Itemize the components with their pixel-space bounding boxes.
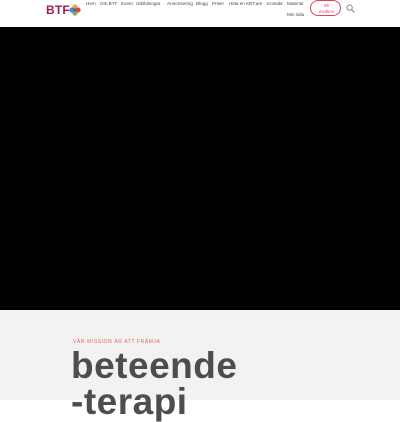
nav-item-material[interactable]: Material xyxy=(287,1,303,7)
search-icon[interactable] xyxy=(346,4,355,13)
nav-item-om-btf[interactable]: Om BTF xyxy=(100,1,117,7)
nav-item-hem[interactable]: Hem xyxy=(86,1,96,7)
become-member-label: Bli medlem xyxy=(316,3,337,14)
site-logo[interactable]: BTF xyxy=(46,3,81,18)
headline-line1: beteende xyxy=(71,345,238,386)
nav-item-event[interactable]: Event xyxy=(121,1,133,7)
nav-item-annonsering[interactable]: Annonsering xyxy=(167,1,193,7)
nav-item-priser[interactable]: Priser xyxy=(212,1,224,7)
cta-line2: medlem xyxy=(319,8,334,14)
nav-item-utbildningar[interactable]: Utbildningar xyxy=(136,1,161,7)
hero-headline: beteende -terapi xyxy=(71,345,238,422)
nav-item-blogg[interactable]: Blogg xyxy=(196,1,208,7)
logo-text: BTF xyxy=(46,3,70,17)
hero-video[interactable] xyxy=(0,27,400,310)
nav-item-min-sida[interactable]: Min sida xyxy=(287,12,304,18)
flower-icon xyxy=(69,4,81,16)
nav-item-hitta-kbt[interactable]: Hitta en KBT:are xyxy=(229,1,262,7)
site-header: BTF Hem Om BTF Event Utbildningar Annons… xyxy=(0,0,400,27)
become-member-button[interactable]: Bli medlem xyxy=(310,0,341,16)
headline-line2: -terapi xyxy=(71,381,188,422)
nav-item-kontakt[interactable]: Kontakt xyxy=(267,1,283,7)
